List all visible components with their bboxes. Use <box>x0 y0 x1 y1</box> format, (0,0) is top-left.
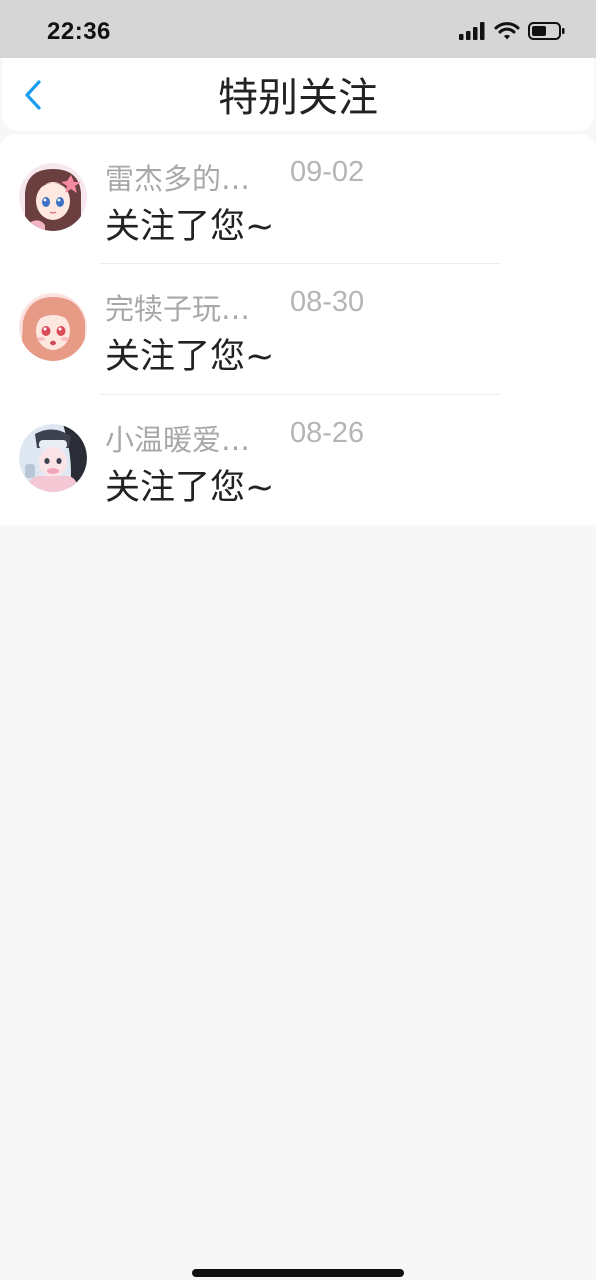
notification-message: 关注了您~ <box>105 468 275 508</box>
list-item[interactable]: 小温暖爱… 08-26 关注了您~ <box>0 395 596 525</box>
avatar-icon[interactable] <box>19 293 87 361</box>
special-follow-page: 22:36 特别关注 雷杰多的… 09-02 关注了您~ 完犊子玩… 08-30… <box>0 0 596 1280</box>
notification-list: 雷杰多的… 09-02 关注了您~ 完犊子玩… 08-30 关注了您~ 小温暖爱… <box>0 134 596 525</box>
status-icons <box>458 20 566 46</box>
notification-date: 08-26 <box>290 417 365 449</box>
avatar-icon[interactable] <box>19 424 87 492</box>
battery-icon <box>528 21 566 45</box>
notification-name: 完犊子玩… <box>105 292 251 326</box>
nav-bar: 特别关注 <box>2 58 594 131</box>
list-item[interactable]: 雷杰多的… 09-02 关注了您~ <box>0 134 596 264</box>
notification-date: 08-30 <box>290 286 365 318</box>
list-item[interactable]: 完犊子玩… 08-30 关注了您~ <box>0 264 596 394</box>
signal-icon <box>458 21 486 45</box>
status-time: 22:36 <box>47 18 111 45</box>
notification-message: 关注了您~ <box>105 207 275 247</box>
wifi-icon <box>494 21 520 45</box>
status-bar: 22:36 <box>0 0 596 58</box>
notification-name: 小温暖爱… <box>105 423 251 457</box>
notification-message: 关注了您~ <box>105 337 275 377</box>
notification-date: 09-02 <box>290 156 365 188</box>
notification-name: 雷杰多的… <box>105 162 251 196</box>
page-title: 特别关注 <box>218 75 378 121</box>
avatar-icon[interactable] <box>19 163 87 231</box>
home-indicator[interactable] <box>192 1269 404 1277</box>
